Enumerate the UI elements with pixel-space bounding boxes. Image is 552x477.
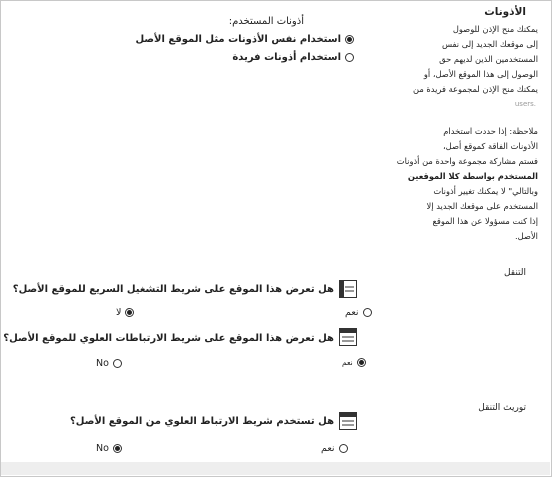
permissions-desc-line-4: الوصول إلى هذا الموقع الأصل، أو: [423, 69, 538, 79]
quick-launch-icon: [339, 280, 357, 298]
note-line-7: الأصل.: [514, 231, 538, 241]
radio-indicator[interactable]: [345, 53, 354, 62]
radio-unique-permissions-label: استخدام أذونات فريدة: [232, 52, 341, 63]
navigation-label: التنقل: [503, 268, 526, 278]
radio-indicator[interactable]: [112, 359, 122, 368]
radio-indicator[interactable]: [362, 308, 372, 317]
inherit-yes-option[interactable]: نعم: [321, 443, 348, 454]
note-line-6: إذا كنت مسؤولا عن هذا الموقع: [432, 216, 538, 226]
radio-same-permissions-label: استخدام نفس الأذونات مثل الموقع الأصل: [135, 34, 341, 45]
quick-launch-question: هل تعرض هذا الموقع على شريط التشغيل السر…: [12, 284, 334, 295]
note-line-1: ملاحظة: إذا حددت استخدام: [443, 126, 538, 136]
top-link-bar-yes-label: نعم: [342, 358, 353, 367]
radio-indicator[interactable]: [125, 308, 135, 317]
inherit-no-option[interactable]: No: [96, 443, 122, 454]
quick-launch-no-option[interactable]: لا: [116, 307, 135, 318]
inherit-top-bar-question: هل تستخدم شريط الارتباط العلوي من الموقع…: [69, 416, 334, 427]
permissions-title: الأذونات: [484, 6, 526, 18]
permissions-desc-users: users.: [514, 100, 536, 108]
note-line-3: فستم مشاركة مجموعة واحدة من أذونات: [396, 156, 538, 166]
radio-indicator[interactable]: [338, 444, 348, 453]
permissions-desc-line-1: يمكنك منح الإذن للوصول: [452, 24, 538, 34]
radio-indicator[interactable]: [112, 444, 122, 453]
note-line-4: وبالتالي" لا يمكنك تغيير أذونات: [433, 186, 538, 196]
permissions-desc-line-3: المستخدمين الذين لديهم حق: [439, 54, 538, 64]
top-link-bar-icon: [339, 328, 357, 346]
inherit-yes-label: نعم: [321, 443, 335, 454]
note-line-5: المستخدم على موقعك الجديد إلا: [426, 201, 538, 211]
nav-inheritance-label: توريث التنقل: [478, 403, 526, 413]
quick-launch-yes-option[interactable]: نعم: [345, 307, 372, 318]
radio-indicator[interactable]: [345, 35, 354, 44]
inherit-top-bar-icon: [339, 412, 357, 430]
quick-launch-yes-label: نعم: [345, 307, 359, 318]
note-line-2: الأذونات الفاقة كموقع أصل،: [443, 141, 538, 151]
radio-indicator[interactable]: [356, 358, 366, 367]
user-permissions-label: أذونات المستخدم:: [228, 16, 304, 27]
quick-launch-no-label: لا: [116, 307, 122, 318]
horizontal-scrollbar[interactable]: [1, 462, 550, 475]
note-bold-line: المستخدم بواسطة كلا الموقعين: [407, 171, 538, 181]
permissions-desc-line-2: إلى موقعك الجديد إلى نفس: [441, 39, 538, 49]
top-link-bar-yes-option[interactable]: نعم: [342, 358, 366, 367]
top-link-bar-no-label: No: [96, 358, 109, 369]
radio-same-permissions[interactable]: استخدام نفس الأذونات مثل الموقع الأصل: [135, 34, 354, 45]
permissions-desc-line-5: يمكنك منح الإذن لمجموعة فريدة من: [413, 84, 538, 94]
top-link-bar-question: هل تعرض هذا الموقع على شريط الارتباطات ا…: [3, 333, 334, 344]
radio-unique-permissions[interactable]: استخدام أذونات فريدة: [232, 52, 354, 63]
top-link-bar-no-option[interactable]: No: [96, 358, 122, 369]
inherit-no-label: No: [96, 443, 109, 454]
